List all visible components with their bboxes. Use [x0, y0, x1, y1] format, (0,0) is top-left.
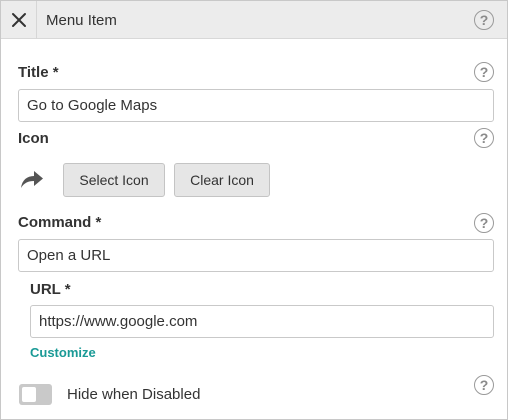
- select-icon-button[interactable]: Select Icon: [63, 163, 165, 197]
- hide-when-disabled-label: Hide when Disabled: [67, 386, 201, 403]
- icon-label: Icon: [18, 130, 49, 147]
- url-label: URL *: [30, 281, 71, 298]
- command-label: Command *: [18, 214, 102, 231]
- menu-item-panel: Menu Item ? Title * ? Icon ? Select Icon…: [0, 0, 508, 420]
- title-label: Title *: [18, 64, 59, 81]
- command-field[interactable]: [18, 239, 494, 272]
- hide-help-icon[interactable]: ?: [474, 375, 494, 395]
- close-button[interactable]: [1, 1, 37, 39]
- icon-help-icon[interactable]: ?: [474, 128, 494, 148]
- panel-header: Menu Item ?: [1, 1, 507, 39]
- share-arrow-icon: [21, 171, 43, 188]
- url-input[interactable]: [30, 305, 494, 338]
- title-input[interactable]: [18, 89, 494, 122]
- panel-title: Menu Item: [46, 12, 117, 29]
- clear-icon-button[interactable]: Clear Icon: [174, 163, 270, 197]
- toggle-knob: [22, 387, 36, 402]
- help-icon[interactable]: ?: [474, 10, 494, 30]
- close-icon: [11, 13, 26, 27]
- customize-link[interactable]: Customize: [30, 345, 96, 360]
- hide-when-disabled-toggle[interactable]: [19, 384, 52, 405]
- title-help-icon[interactable]: ?: [474, 62, 494, 82]
- command-help-icon[interactable]: ?: [474, 213, 494, 233]
